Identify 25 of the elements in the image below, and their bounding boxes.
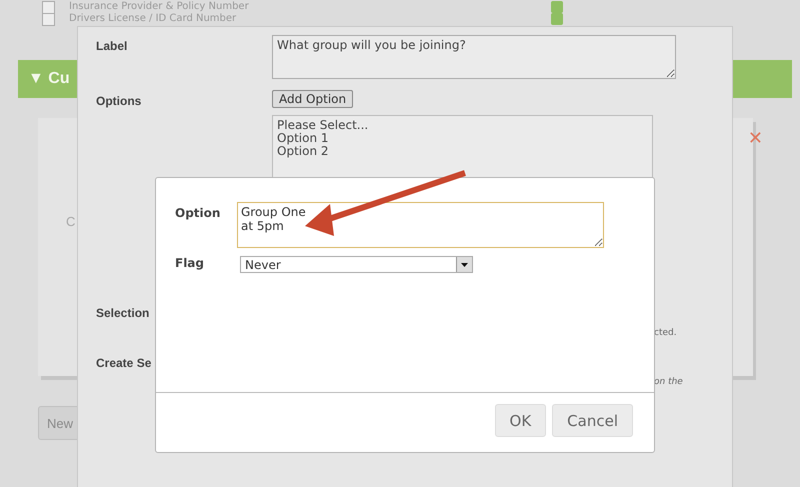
checkbox[interactable] bbox=[42, 0, 55, 14]
add-option-button[interactable]: Add Option bbox=[272, 90, 354, 108]
cancel-button[interactable]: Cancel bbox=[552, 404, 633, 437]
label-field[interactable]: What group will you be joining? bbox=[272, 35, 676, 79]
option-item[interactable]: Option 1 bbox=[277, 132, 648, 145]
field-label: Drivers License / ID Card Number bbox=[69, 13, 238, 25]
help-icon[interactable] bbox=[551, 1, 563, 13]
hint-text: cted. bbox=[654, 328, 677, 338]
form-label: Create Se bbox=[96, 356, 152, 370]
option-item[interactable]: Option 2 bbox=[277, 145, 648, 158]
flag-label: Flag bbox=[175, 256, 205, 272]
section-title: ▼ Cu bbox=[28, 70, 70, 88]
option-label: Option bbox=[175, 206, 222, 222]
option-field[interactable]: Group One at 5pm bbox=[237, 202, 604, 248]
form-label: Selection bbox=[96, 306, 150, 320]
checkbox[interactable] bbox=[42, 12, 55, 26]
card-text: C bbox=[66, 214, 76, 229]
form-label: Options bbox=[96, 94, 142, 108]
flag-select[interactable]: Never bbox=[240, 256, 473, 273]
caret-icon bbox=[456, 257, 472, 272]
help-icon[interactable] bbox=[551, 13, 563, 25]
form-label: Label bbox=[96, 39, 128, 53]
ok-button[interactable]: OK bbox=[494, 404, 546, 437]
option-item[interactable]: Please Select... bbox=[277, 119, 648, 132]
field-label: Insurance Provider & Policy Number bbox=[69, 1, 250, 13]
